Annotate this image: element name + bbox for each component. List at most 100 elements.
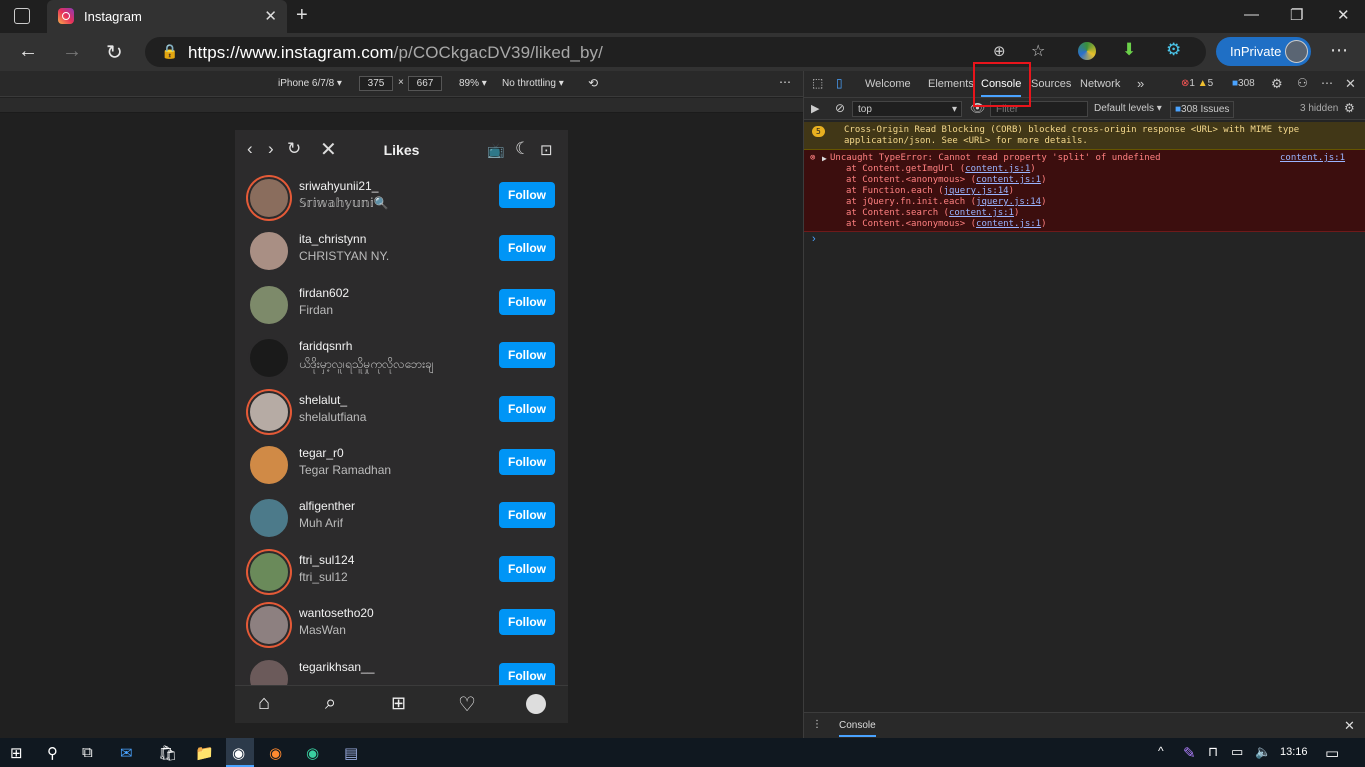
- edge-icon[interactable]: ◉: [306, 744, 319, 762]
- avatar[interactable]: [248, 604, 290, 647]
- device-tray-icon[interactable]: ⊓: [1208, 744, 1218, 760]
- devtools-more-icon[interactable]: ⋯: [1321, 76, 1333, 90]
- error-source-link[interactable]: content.js:1: [1280, 153, 1345, 164]
- username[interactable]: shelalut_: [299, 393, 347, 407]
- browser-tab[interactable]: Instagram ✕: [47, 0, 287, 33]
- tab-welcome[interactable]: Welcome: [865, 78, 911, 90]
- tab-actions-icon[interactable]: [14, 8, 30, 24]
- lock-icon[interactable]: 🔒: [161, 43, 178, 60]
- network-icon[interactable]: ▭: [1231, 744, 1243, 760]
- context-select[interactable]: top ▾: [852, 101, 962, 117]
- new-post-icon[interactable]: ⊞: [391, 693, 406, 714]
- avatar[interactable]: [248, 444, 290, 486]
- new-tab-icon[interactable]: +: [296, 4, 308, 27]
- dock-icon[interactable]: ⚇: [1297, 76, 1308, 90]
- username[interactable]: tegar_r0: [299, 446, 344, 460]
- back-icon[interactable]: ←: [18, 40, 38, 63]
- avatar[interactable]: [248, 550, 290, 593]
- follow-button[interactable]: Follow: [499, 235, 555, 262]
- username[interactable]: firdan602: [299, 286, 349, 300]
- tv-icon[interactable]: 📺: [487, 142, 504, 159]
- device-select[interactable]: iPhone 6/7/8 ▾: [278, 78, 342, 89]
- clear-console-icon[interactable]: ⊘: [835, 101, 845, 115]
- list-item[interactable]: ita_christynn CHRISTYAN NY. Follow: [235, 226, 568, 279]
- stack-link[interactable]: content.js:1: [965, 164, 1030, 174]
- height-input[interactable]: 667: [408, 76, 442, 91]
- tab-elements[interactable]: Elements: [928, 78, 974, 90]
- device-toggle-icon[interactable]: ▯: [836, 76, 843, 90]
- follow-button[interactable]: Follow: [499, 288, 555, 315]
- avatar[interactable]: [248, 230, 290, 273]
- avatar[interactable]: [248, 497, 290, 540]
- camera-icon[interactable]: ⊡: [540, 141, 553, 159]
- drawer-menu-icon[interactable]: ⋮: [812, 719, 822, 730]
- tab-sources[interactable]: Sources: [1031, 78, 1071, 90]
- taskbar-search-icon[interactable]: ⚲: [47, 744, 58, 762]
- username[interactable]: alfigenther: [299, 499, 355, 513]
- search-icon[interactable]: ⌕: [325, 692, 336, 715]
- list-item[interactable]: firdan602 Firdan Follow: [235, 280, 568, 333]
- list-item[interactable]: sriwahyunii21_ 𝕊𝕣𝕚𝕨𝕒𝕙𝕪𝕦𝕟𝕚🔍 Follow: [235, 173, 568, 226]
- address-bar[interactable]: 🔒 https://www.instagram.com/p/COCkgacDV3…: [145, 37, 1206, 67]
- sidebar-toggle-icon[interactable]: ▶: [811, 102, 819, 115]
- moon-icon[interactable]: ☾: [515, 139, 530, 159]
- store-icon[interactable]: 🛍: [158, 744, 177, 762]
- minimize-icon[interactable]: —: [1244, 6, 1259, 23]
- follow-button[interactable]: Follow: [499, 342, 555, 369]
- drawer-console-tab[interactable]: Console: [839, 720, 876, 737]
- list-item[interactable]: faridqsnrh ယိဒိုးမှာ့လူ၊ရသိူမှုကုလိုလဘေး…: [235, 333, 568, 386]
- username[interactable]: ita_christynn: [299, 232, 366, 246]
- file-explorer-icon[interactable]: 📁: [195, 744, 214, 762]
- avatar[interactable]: [248, 337, 290, 380]
- activity-icon[interactable]: ♡: [458, 692, 476, 717]
- console-prompt[interactable]: ›: [812, 233, 816, 245]
- stack-link[interactable]: content.js:1: [976, 175, 1041, 185]
- console-error[interactable]: ⊗ ▶ Uncaught TypeError: Cannot read prop…: [804, 150, 1365, 232]
- levels-select[interactable]: Default levels ▾: [1094, 103, 1162, 114]
- rotate-icon[interactable]: ⟲: [588, 76, 598, 90]
- stack-link[interactable]: content.js:1: [949, 208, 1014, 218]
- close-window-icon[interactable]: ✕: [1337, 6, 1350, 24]
- task-view-icon[interactable]: ⧉: [82, 744, 93, 761]
- close-drawer-icon[interactable]: ✕: [1344, 718, 1355, 734]
- expand-icon[interactable]: ▶: [822, 153, 827, 164]
- console-warning[interactable]: 5 Cross-Origin Read Blocking (CORB) bloc…: [804, 122, 1365, 150]
- stack-link[interactable]: jquery.js:14: [976, 197, 1041, 207]
- restore-icon[interactable]: ❐: [1290, 6, 1303, 24]
- settings-extension-icon[interactable]: ⚙: [1166, 40, 1181, 60]
- follow-button[interactable]: Follow: [499, 449, 555, 475]
- mail-icon[interactable]: ✉: [120, 744, 133, 762]
- notifications-icon[interactable]: ▭: [1325, 744, 1339, 762]
- username[interactable]: faridqsnrh: [299, 339, 352, 353]
- list-item[interactable]: alfigenther Muh Arif Follow: [235, 493, 568, 546]
- more-tabs-icon[interactable]: »: [1137, 76, 1144, 91]
- more-menu-icon[interactable]: ⋯: [1330, 40, 1348, 61]
- stack-link[interactable]: content.js:1: [976, 219, 1041, 229]
- device-more-icon[interactable]: ⋯: [779, 75, 791, 89]
- close-devtools-icon[interactable]: ✕: [1345, 76, 1356, 92]
- stack-link[interactable]: jquery.js:14: [944, 186, 1009, 196]
- follow-button[interactable]: Follow: [499, 395, 555, 422]
- username[interactable]: sriwahyunii21_: [299, 179, 378, 193]
- list-item[interactable]: shelalut_ shelalutfiana Follow: [235, 387, 568, 440]
- error-count[interactable]: ⊗1 ▲5: [1181, 78, 1213, 89]
- follow-button[interactable]: Follow: [499, 555, 555, 582]
- username[interactable]: ftri_sul124: [299, 553, 354, 567]
- edge-dev-icon[interactable]: ◉: [226, 738, 254, 767]
- forward-icon[interactable]: →: [62, 40, 82, 63]
- list-item[interactable]: wantosetho20 MasWan Follow: [235, 600, 568, 653]
- favorite-icon[interactable]: ☆: [1031, 41, 1045, 61]
- profile-icon[interactable]: [526, 694, 546, 714]
- throttle-select[interactable]: No throttling ▾: [502, 78, 564, 89]
- clock[interactable]: 13:16: [1280, 746, 1308, 758]
- issues-count[interactable]: ■308: [1232, 78, 1255, 89]
- list-item[interactable]: ftri_sul124 ftri_sul12 Follow: [235, 547, 568, 600]
- follow-button[interactable]: Follow: [499, 609, 555, 636]
- username[interactable]: wantosetho20: [299, 606, 374, 620]
- inspect-icon[interactable]: ⬚: [812, 76, 823, 90]
- tab-network[interactable]: Network: [1080, 78, 1120, 90]
- avatar[interactable]: [248, 177, 290, 219]
- settings-icon[interactable]: ⚙: [1271, 76, 1283, 92]
- avatar[interactable]: [248, 283, 290, 326]
- follow-button[interactable]: Follow: [499, 502, 555, 529]
